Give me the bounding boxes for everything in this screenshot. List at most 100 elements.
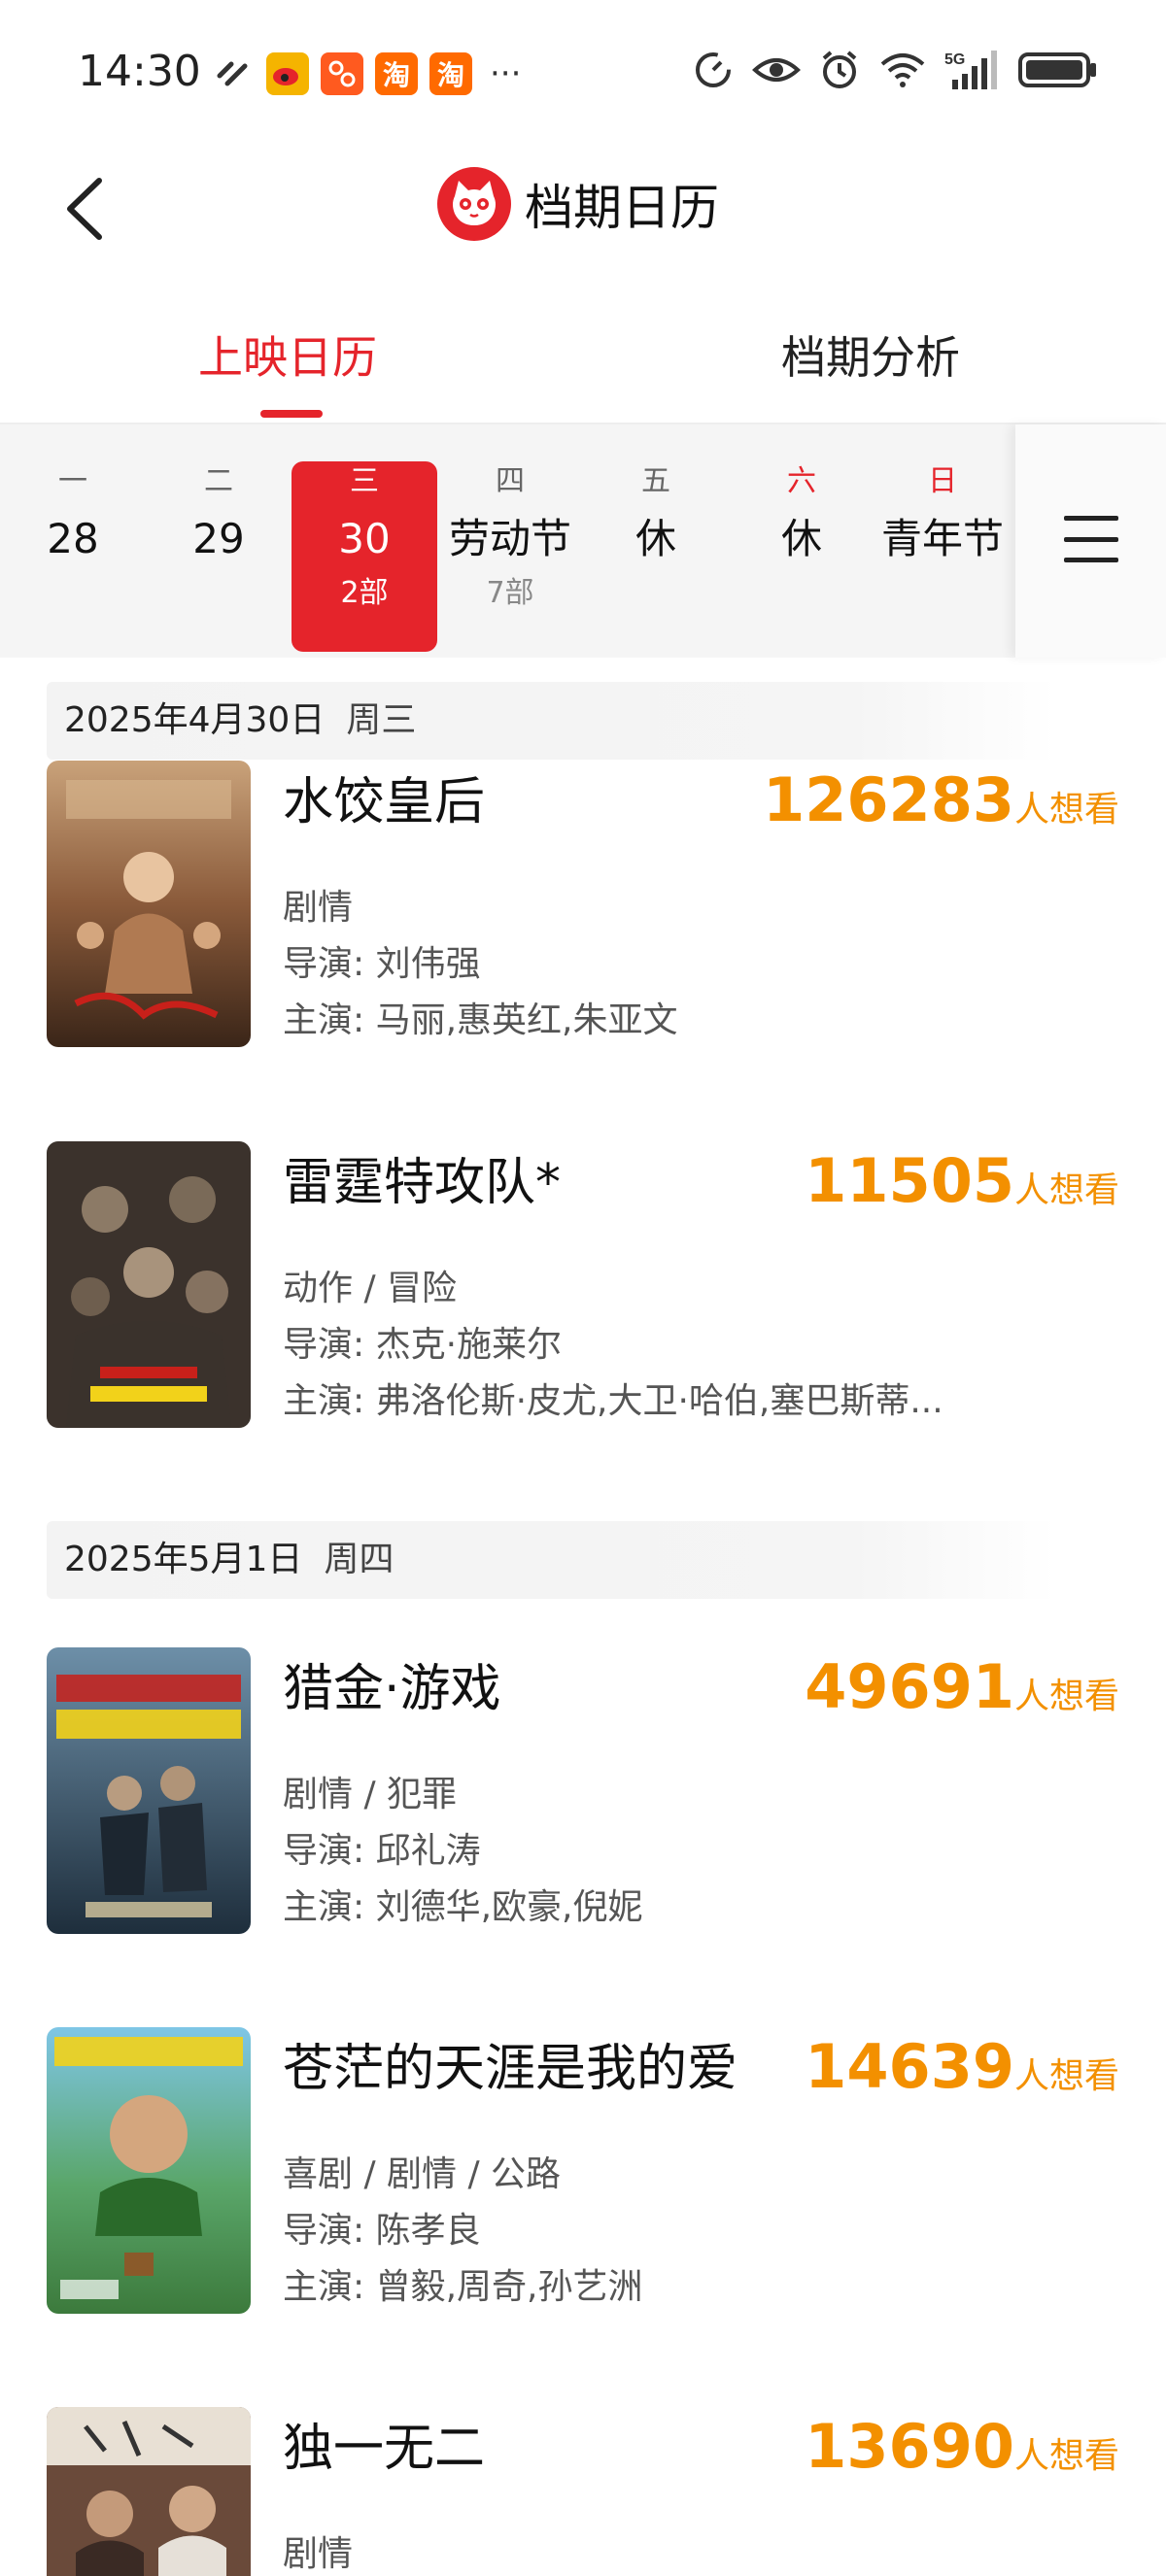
date-weekday: 四: [496, 464, 525, 498]
date-label: 休: [780, 515, 822, 562]
movie-genre: 剧情: [283, 888, 354, 928]
status-bar: 14:30 淘 淘 ··· 5G: [0, 0, 1166, 146]
movie-cast: 主演: 刘德华,欧豪,倪妮: [283, 1887, 643, 1927]
movie-title[interactable]: 猎金·游戏: [283, 1647, 501, 1720]
want-to-see-count: 11505人想看: [805, 1145, 1119, 1216]
movie-item[interactable]: 独一无二 13690人想看 剧情: [47, 2407, 1119, 2576]
movie-cast: 主演: 马丽,惠英红,朱亚文: [283, 1000, 678, 1040]
date-weekday: 二: [204, 464, 233, 498]
app-icon: [321, 52, 363, 95]
date-item-sat[interactable]: 六 休: [729, 461, 874, 652]
section-date: 2025年5月1日: [64, 1540, 303, 1579]
want-number: 11505: [805, 1145, 1014, 1216]
want-number: 14639: [805, 2031, 1014, 2102]
want-to-see-count: 49691人想看: [805, 1651, 1119, 1722]
movie-item[interactable]: 猎金·游戏 49691人想看 剧情 / 犯罪 导演: 邱礼涛 主演: 刘德华,欧…: [47, 1647, 1119, 1939]
movie-title[interactable]: 独一无二: [283, 2407, 485, 2480]
wifi-icon: [878, 51, 927, 89]
date-count: [874, 574, 1011, 613]
tab-bar: 上映日历 档期分析: [0, 291, 1166, 424]
date-weekday: 六: [787, 464, 816, 498]
date-weekday: 日: [928, 464, 957, 498]
date-item-30-selected[interactable]: 三 30 2部: [292, 461, 437, 652]
taobao-icon: 淘: [429, 52, 472, 95]
movie-director: 导演: 杰克·施莱尔: [283, 1325, 563, 1365]
tab-schedule-analysis[interactable]: 档期分析: [781, 322, 960, 387]
movie-poster[interactable]: [47, 761, 251, 1047]
header-title-group: 档期日历: [437, 167, 719, 241]
tab-release-calendar[interactable]: 上映日历: [198, 322, 377, 387]
date-weekday: 五: [641, 464, 670, 498]
app-header: 档期日历: [0, 146, 1166, 272]
want-to-see-count: 14639人想看: [805, 2031, 1119, 2102]
date-weekday: 一: [58, 464, 87, 498]
date-item-28[interactable]: 一 28: [0, 461, 146, 652]
date-item-labor-day[interactable]: 四 劳动节 7部: [437, 461, 583, 652]
system-icons: 5G: [692, 49, 1098, 91]
menu-button[interactable]: [1015, 424, 1166, 658]
want-number: 126283: [763, 764, 1014, 835]
weibo-icon: [266, 52, 309, 95]
taobao-icon: 淘: [375, 52, 418, 95]
want-number: 13690: [805, 2411, 1014, 2482]
movie-director: 导演: 邱礼涛: [283, 1831, 481, 1871]
section-date-header: 2025年5月1日 周四: [47, 1521, 1057, 1599]
movie-title[interactable]: 苍茫的天涯是我的爱: [283, 2027, 737, 2100]
want-unit: 人想看: [1013, 2056, 1119, 2096]
date-strip: 一 28 二 29 三 30 2部 四 劳动节 7部 五 休 六 休 日 青年节: [0, 424, 1166, 658]
page-title: 档期日历: [525, 180, 719, 236]
movie-item[interactable]: 苍茫的天涯是我的爱 14639人想看 喜剧 / 剧情 / 公路 导演: 陈孝良 …: [47, 2027, 1119, 2319]
want-unit: 人想看: [1013, 1170, 1119, 1210]
speed-icon: [692, 49, 735, 91]
movie-director: 导演: 陈孝良: [283, 2211, 481, 2251]
date-count: [146, 574, 292, 613]
menu-icon: [1062, 514, 1120, 568]
want-to-see-count: 13690人想看: [805, 2411, 1119, 2482]
date-count: 7部: [486, 576, 534, 610]
date-count: [583, 574, 729, 613]
eye-icon: [752, 51, 801, 89]
movie-poster[interactable]: [47, 1141, 251, 1428]
movie-cast: 主演: 弗洛伦斯·皮尤,大卫·哈伯,塞巴斯蒂...: [283, 1381, 943, 1421]
back-arrow-icon[interactable]: [56, 173, 115, 245]
date-label: 29: [192, 515, 245, 562]
movie-title[interactable]: 雷霆特攻队*: [283, 1141, 561, 1214]
movie-genre: 剧情: [283, 2534, 354, 2574]
movie-cast: 主演: 曾毅,周奇,孙艺洲: [283, 2267, 643, 2307]
date-weekday: 三: [350, 464, 379, 498]
section-weekday: 周三: [346, 700, 417, 740]
alarm-icon: [818, 49, 861, 91]
date-label: 休: [634, 515, 676, 562]
want-unit: 人想看: [1013, 1677, 1119, 1716]
movie-poster[interactable]: [47, 1647, 251, 1934]
link-icon: [212, 51, 255, 97]
date-count: 2部: [340, 576, 389, 610]
section-weekday: 周四: [324, 1540, 394, 1579]
section-date: 2025年4月30日: [64, 700, 326, 740]
movie-item[interactable]: 水饺皇后 126283人想看 剧情 导演: 刘伟强 主演: 马丽,惠英红,朱亚文: [47, 761, 1119, 1052]
more-notifications-icon: ···: [490, 54, 522, 93]
date-label: 劳动节: [448, 515, 571, 562]
signal-5g-icon: 5G: [944, 49, 1001, 91]
want-to-see-count: 126283人想看: [763, 764, 1119, 835]
section-date-header: 2025年4月30日 周三: [47, 682, 1057, 760]
want-number: 49691: [805, 1651, 1014, 1722]
date-label: 28: [47, 515, 99, 562]
date-label: 30: [338, 515, 391, 562]
date-item-29[interactable]: 二 29: [146, 461, 292, 652]
movie-item[interactable]: 雷霆特攻队* 11505人想看 动作 / 冒险 导演: 杰克·施莱尔 主演: 弗…: [47, 1141, 1119, 1433]
date-count: [0, 574, 146, 613]
movie-genre: 喜剧 / 剧情 / 公路: [283, 2154, 562, 2194]
movie-poster[interactable]: [47, 2407, 251, 2576]
svg-text:5G: 5G: [944, 51, 965, 68]
movie-poster[interactable]: [47, 2027, 251, 2314]
movie-genre: 剧情 / 犯罪: [283, 1775, 458, 1814]
battery-icon: [1018, 51, 1098, 89]
date-item-youth-day[interactable]: 日 青年节: [874, 461, 1011, 652]
notification-icons: 淘 淘 ···: [212, 51, 521, 97]
want-unit: 人想看: [1013, 790, 1119, 830]
movie-title[interactable]: 水饺皇后: [283, 761, 485, 833]
date-item-fri[interactable]: 五 休: [583, 461, 729, 652]
date-label: 青年节: [880, 515, 1004, 562]
active-tab-indicator: [260, 410, 323, 418]
